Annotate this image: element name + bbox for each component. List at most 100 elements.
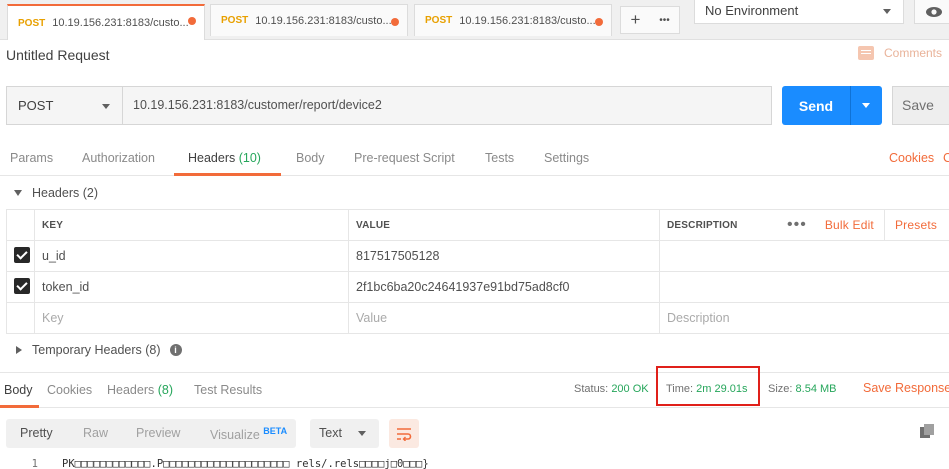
tab-headers-label: Headers: [188, 151, 236, 165]
response-tab-cookies[interactable]: Cookies: [47, 383, 92, 397]
response-headers-count: (8): [157, 383, 174, 397]
size-label: Size:: [768, 383, 793, 395]
url-input[interactable]: 10.19.156.231:8183/customer/report/devic…: [122, 86, 772, 125]
environment-quick-look-button[interactable]: [914, 0, 949, 24]
status-readout[interactable]: Status: 200 OK: [574, 383, 649, 395]
temporary-headers-toggle[interactable]: Temporary Headers (8) i: [16, 343, 182, 357]
request-title[interactable]: Untitled Request: [6, 47, 110, 63]
response-body-line: 1 PK□□□□□□□□□□□□.P□□□□□□□□□□□□□□□□□□□□_re…: [0, 458, 949, 469]
tab-tests[interactable]: Tests: [485, 151, 514, 165]
request-tab-1[interactable]: POST 10.19.156.231:8183/custo...: [7, 4, 205, 40]
view-visualize-button[interactable]: Visualize BETA: [210, 426, 287, 442]
response-view-modes: Pretty Raw Preview Visualize BETA: [6, 419, 296, 448]
line-content: PK□□□□□□□□□□□□.P□□□□□□□□□□□□□□□□□□□□_rel…: [62, 458, 429, 469]
headers-section-toggle[interactable]: Headers (2): [14, 186, 98, 200]
copy-response-button[interactable]: [919, 423, 939, 443]
method-label: POST: [18, 98, 54, 113]
caret-right-icon: [16, 346, 22, 354]
request-tab-3[interactable]: POST 10.19.156.231:8183/custo...: [414, 4, 612, 36]
column-header-key: KEY: [34, 209, 349, 241]
active-tab-indicator: [174, 173, 281, 176]
comments-button[interactable]: Comments: [858, 46, 942, 60]
new-description-input[interactable]: Description: [659, 302, 949, 334]
request-tab-2[interactable]: POST 10.19.156.231:8183/custo...: [210, 4, 408, 36]
description-label: DESCRIPTION: [667, 219, 738, 231]
copy-icon: [920, 424, 934, 438]
size-readout[interactable]: Size: 8.54 MB: [768, 383, 837, 395]
bulk-edit-link[interactable]: Bulk Edit: [825, 218, 874, 232]
send-options-chevron-icon[interactable]: [862, 103, 870, 108]
size-value: 8.54 MB: [795, 383, 837, 395]
status-value: 200 OK: [611, 383, 649, 395]
checkbox-column-header: [6, 209, 35, 241]
column-header-value: VALUE: [348, 209, 660, 241]
headers-section-title: Headers: [32, 186, 80, 200]
format-select[interactable]: Text: [310, 419, 379, 448]
tab-method: POST: [18, 17, 46, 29]
eye-icon: [926, 6, 942, 17]
tab-headers-count: (10): [238, 151, 261, 165]
cookies-link[interactable]: Cookies: [889, 151, 934, 165]
header-value-cell[interactable]: 2f1bc6ba20c24641937e91bd75ad8cf0: [348, 271, 660, 303]
view-preview-button[interactable]: Preview: [136, 426, 180, 440]
add-tab-button[interactable]: +: [621, 10, 650, 30]
caret-down-icon: [14, 190, 22, 196]
response-tab-body[interactable]: Body: [4, 383, 33, 397]
header-key-cell[interactable]: token_id: [34, 271, 349, 303]
method-select[interactable]: POST: [6, 86, 122, 125]
header-description-cell[interactable]: [659, 271, 949, 303]
temporary-headers-count: (8): [145, 343, 161, 357]
send-label: Send: [798, 97, 834, 114]
environment-select[interactable]: No Environment: [694, 0, 904, 24]
code-link[interactable]: C: [943, 151, 949, 165]
presets-link[interactable]: Presets: [895, 218, 937, 232]
comment-icon: [858, 46, 874, 60]
new-value-input[interactable]: Value: [348, 302, 660, 334]
response-tab-headers[interactable]: Headers (8): [107, 383, 173, 397]
wrap-lines-button[interactable]: [389, 419, 419, 448]
tab-headers[interactable]: Headers (10): [188, 151, 261, 165]
save-button[interactable]: Save: [892, 86, 949, 125]
tab-body[interactable]: Body: [296, 151, 325, 165]
new-key-input[interactable]: Key: [34, 302, 349, 334]
time-highlight-box: [656, 366, 760, 406]
more-options-icon[interactable]: •••: [787, 216, 807, 234]
chevron-down-icon: [883, 9, 891, 14]
header-enabled-checkbox[interactable]: [14, 246, 30, 263]
request-tabs: Params Authorization Headers (10) Body P…: [0, 142, 949, 176]
headers-table: KEY VALUE DESCRIPTION ••• Bulk Edit Pres…: [6, 209, 949, 334]
info-icon[interactable]: i: [169, 344, 182, 356]
header-enabled-checkbox[interactable]: [14, 277, 30, 294]
more-tabs-button[interactable]: •••: [650, 15, 679, 26]
row-checkbox-cell: [6, 240, 35, 272]
header-key-cell[interactable]: u_id: [34, 240, 349, 272]
header-description-cell[interactable]: [659, 240, 949, 272]
tab-strip: POST 10.19.156.231:8183/custo... POST 10…: [0, 0, 949, 40]
view-raw-button[interactable]: Raw: [83, 426, 108, 440]
tab-pre-request-script[interactable]: Pre-request Script: [354, 151, 455, 165]
row-checkbox-cell: [6, 271, 35, 303]
header-value-cell[interactable]: 817517505128: [348, 240, 660, 272]
line-number: 1: [31, 458, 38, 469]
tab-method: POST: [425, 15, 453, 26]
tab-method: POST: [221, 15, 249, 26]
response-tab-test-results[interactable]: Test Results: [194, 383, 262, 397]
send-divider: [850, 86, 851, 125]
view-pretty-button[interactable]: Pretty: [20, 426, 53, 440]
tab-settings[interactable]: Settings: [544, 151, 589, 165]
response-tabs: Body Cookies Headers (8) Test Results St…: [0, 372, 949, 408]
visualize-label: Visualize: [210, 428, 260, 443]
chevron-down-icon: [358, 431, 366, 436]
tab-authorization[interactable]: Authorization: [82, 151, 155, 165]
table-row: token_id 2f1bc6ba20c24641937e91bd75ad8cf…: [6, 271, 949, 303]
save-response-button[interactable]: Save Response: [863, 381, 949, 395]
tab-label: 10.19.156.231:8183/custo...: [459, 14, 596, 27]
table-actions: DESCRIPTION ••• Bulk Edit Presets: [667, 210, 948, 240]
divider: [883, 210, 885, 240]
send-button[interactable]: Send: [782, 86, 882, 125]
unsaved-dot-icon: [391, 18, 399, 26]
headers-section-count: (2): [82, 186, 99, 200]
active-tab-indicator: [0, 405, 39, 408]
wrap-lines-icon: [397, 427, 412, 441]
tab-params[interactable]: Params: [10, 151, 53, 165]
